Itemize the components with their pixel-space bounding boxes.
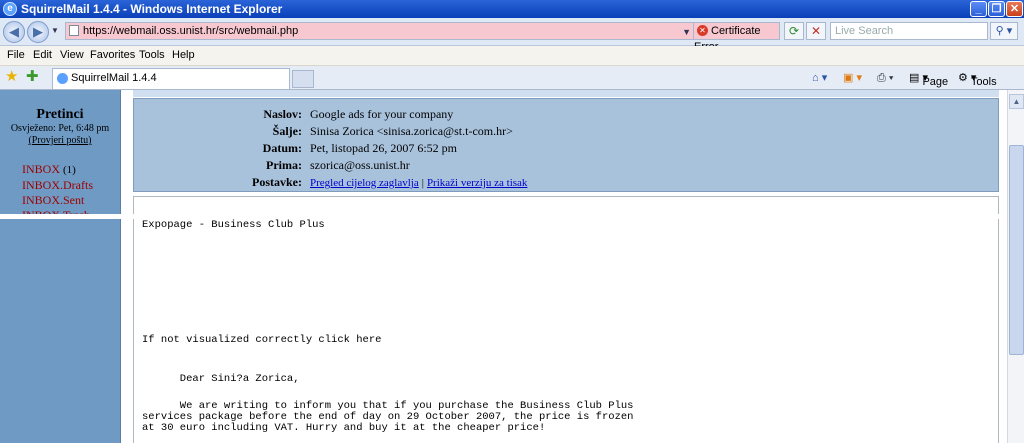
stop-icon[interactable]: ✕ [806,22,826,40]
menu-edit[interactable]: Edit [33,46,52,65]
folder-sidebar: Pretinci Osvježeno: Pet, 6:48 pm (Provje… [0,90,121,443]
window-title: SquirrelMail 1.4.4 - Windows Internet Ex… [21,2,283,16]
address-dropdown-icon[interactable]: ▼ [682,24,691,40]
body-line-visualize: If not visualized correctly click here [142,334,382,346]
ie-icon: e [3,2,17,16]
menu-bar: File Edit View Favorites Tools Help [0,46,1024,66]
favorites-star-icon[interactable]: ★ [5,68,18,86]
tools-menu-label: Tools [970,76,997,88]
tools-menu-button[interactable]: ⚙ Tools ▾ [958,70,997,88]
tab-label: SquirrelMail 1.4.4 [71,72,157,84]
new-tab-button[interactable] [292,70,314,88]
subject-label: Naslov: [263,107,302,121]
printable-version-link[interactable]: Prikaži verziju za tisak [427,177,528,189]
sidebar-title: Pretinci [36,107,84,122]
home-icon[interactable]: ⌂ ▾ [812,70,827,86]
menu-favorites[interactable]: Favorites [90,46,135,65]
folder-drafts[interactable]: INBOX.Drafts [22,178,93,193]
vertical-scrollbar[interactable]: ▲ [1007,90,1024,443]
back-button[interactable]: ◀ [3,21,25,43]
to-value: szorica@oss.unist.hr [310,158,410,172]
page-menu-button[interactable]: ▤ Page ▾ [909,70,948,88]
from-label: Šalje: [272,124,302,138]
from-value: Sinisa Zorica <sinisa.zorica@st.t-com.hr… [310,124,513,138]
page-icon [69,25,79,36]
tab-row: ★ ✚ SquirrelMail 1.4.4 ⌂ ▾ ▣ ▾ ⎙ ▾ ▤ Pag… [0,66,1024,90]
header-options-row: Postavke: Pregled cijelog zaglavlja | Pr… [134,174,1000,191]
tab-squirrelmail[interactable]: SquirrelMail 1.4.4 [52,68,290,89]
render-gap [0,214,1024,219]
sidebar-updated: Osvježeno: Pet, 6:48 pm [10,123,110,134]
refresh-icon[interactable]: ⟳ [784,22,804,40]
shield-error-icon: ✕ [697,25,708,36]
address-input[interactable]: https://webmail.oss.unist.hr/src/webmail… [65,22,694,40]
scroll-up-icon[interactable]: ▲ [1009,94,1024,109]
folder-inbox-label: INBOX [22,162,60,176]
view-full-headers-link[interactable]: Pregled cijelog zaglavlja [310,177,419,189]
date-label: Datum: [262,141,302,155]
body-line-expopage: Expopage - Business Club Plus [142,219,325,231]
message-nav-strip [133,90,999,97]
menu-tools[interactable]: Tools [139,46,165,65]
scroll-thumb[interactable] [1009,145,1024,355]
body-line-greeting: Dear Sini?a Zorica, [142,373,300,385]
folder-inbox[interactable]: INBOX (1) [22,162,76,177]
check-mail-link[interactable]: (Provjeri poštu) [0,135,120,146]
options-label: Postavke: [252,175,302,189]
menu-file[interactable]: File [7,46,25,65]
forward-button[interactable]: ▶ [27,21,49,43]
page-content: Pretinci Osvježeno: Pet, 6:48 pm (Provje… [0,90,1024,443]
address-url: https://webmail.oss.unist.hr/src/webmail… [83,25,299,37]
folder-inbox-count: (1) [63,164,76,176]
header-date-row: Datum: Pet, listopad 26, 2007 6:52 pm [134,140,1000,157]
menu-help[interactable]: Help [172,46,195,65]
close-button[interactable]: ✕ [1006,1,1023,17]
add-favorite-icon[interactable]: ✚ [26,68,39,86]
print-icon[interactable]: ⎙ ▾ [877,70,893,86]
page-menu-label: Page [922,76,949,88]
maximize-button[interactable]: ❐ [988,1,1005,17]
history-dropdown-icon[interactable]: ▼ [51,26,59,35]
message-body: Expopage - Business Club Plus If not vis… [133,196,999,443]
tab-page-icon [57,73,68,84]
search-icon[interactable]: ⚲ ▾ [990,22,1018,40]
header-from-row: Šalje: Sinisa Zorica <sinisa.zorica@st.t… [134,123,1000,140]
date-value: Pet, listopad 26, 2007 6:52 pm [310,141,457,155]
menu-view[interactable]: View [60,46,84,65]
options-value: Pregled cijelog zaglavlja | Prikaži verz… [310,174,527,192]
certificate-error-button[interactable]: ✕Certificate Error [694,22,780,53]
subject-value: Google ads for your company [310,107,454,121]
header-subject-row: Naslov: Google ads for your company [134,106,1000,123]
feeds-icon[interactable]: ▣ ▾ [843,70,862,86]
options-separator: | [421,177,424,189]
folder-sent[interactable]: INBOX.Sent [22,193,84,208]
address-toolbar: ◀ ▶ ▼ https://webmail.oss.unist.hr/src/w… [0,18,1024,53]
body-line-offer-3: at 30 euro including VAT. Hurry and buy … [142,422,546,434]
to-label: Prima: [266,158,302,172]
message-header: Naslov: Google ads for your company Šalj… [133,98,999,192]
minimize-button[interactable]: _ [970,1,987,17]
window-title-bar: e SquirrelMail 1.4.4 - Windows Internet … [0,0,1024,18]
search-input[interactable]: Live Search [830,22,988,40]
header-to-row: Prima: szorica@oss.unist.hr [134,157,1000,174]
message-view: Naslov: Google ads for your company Šalj… [121,90,1007,443]
